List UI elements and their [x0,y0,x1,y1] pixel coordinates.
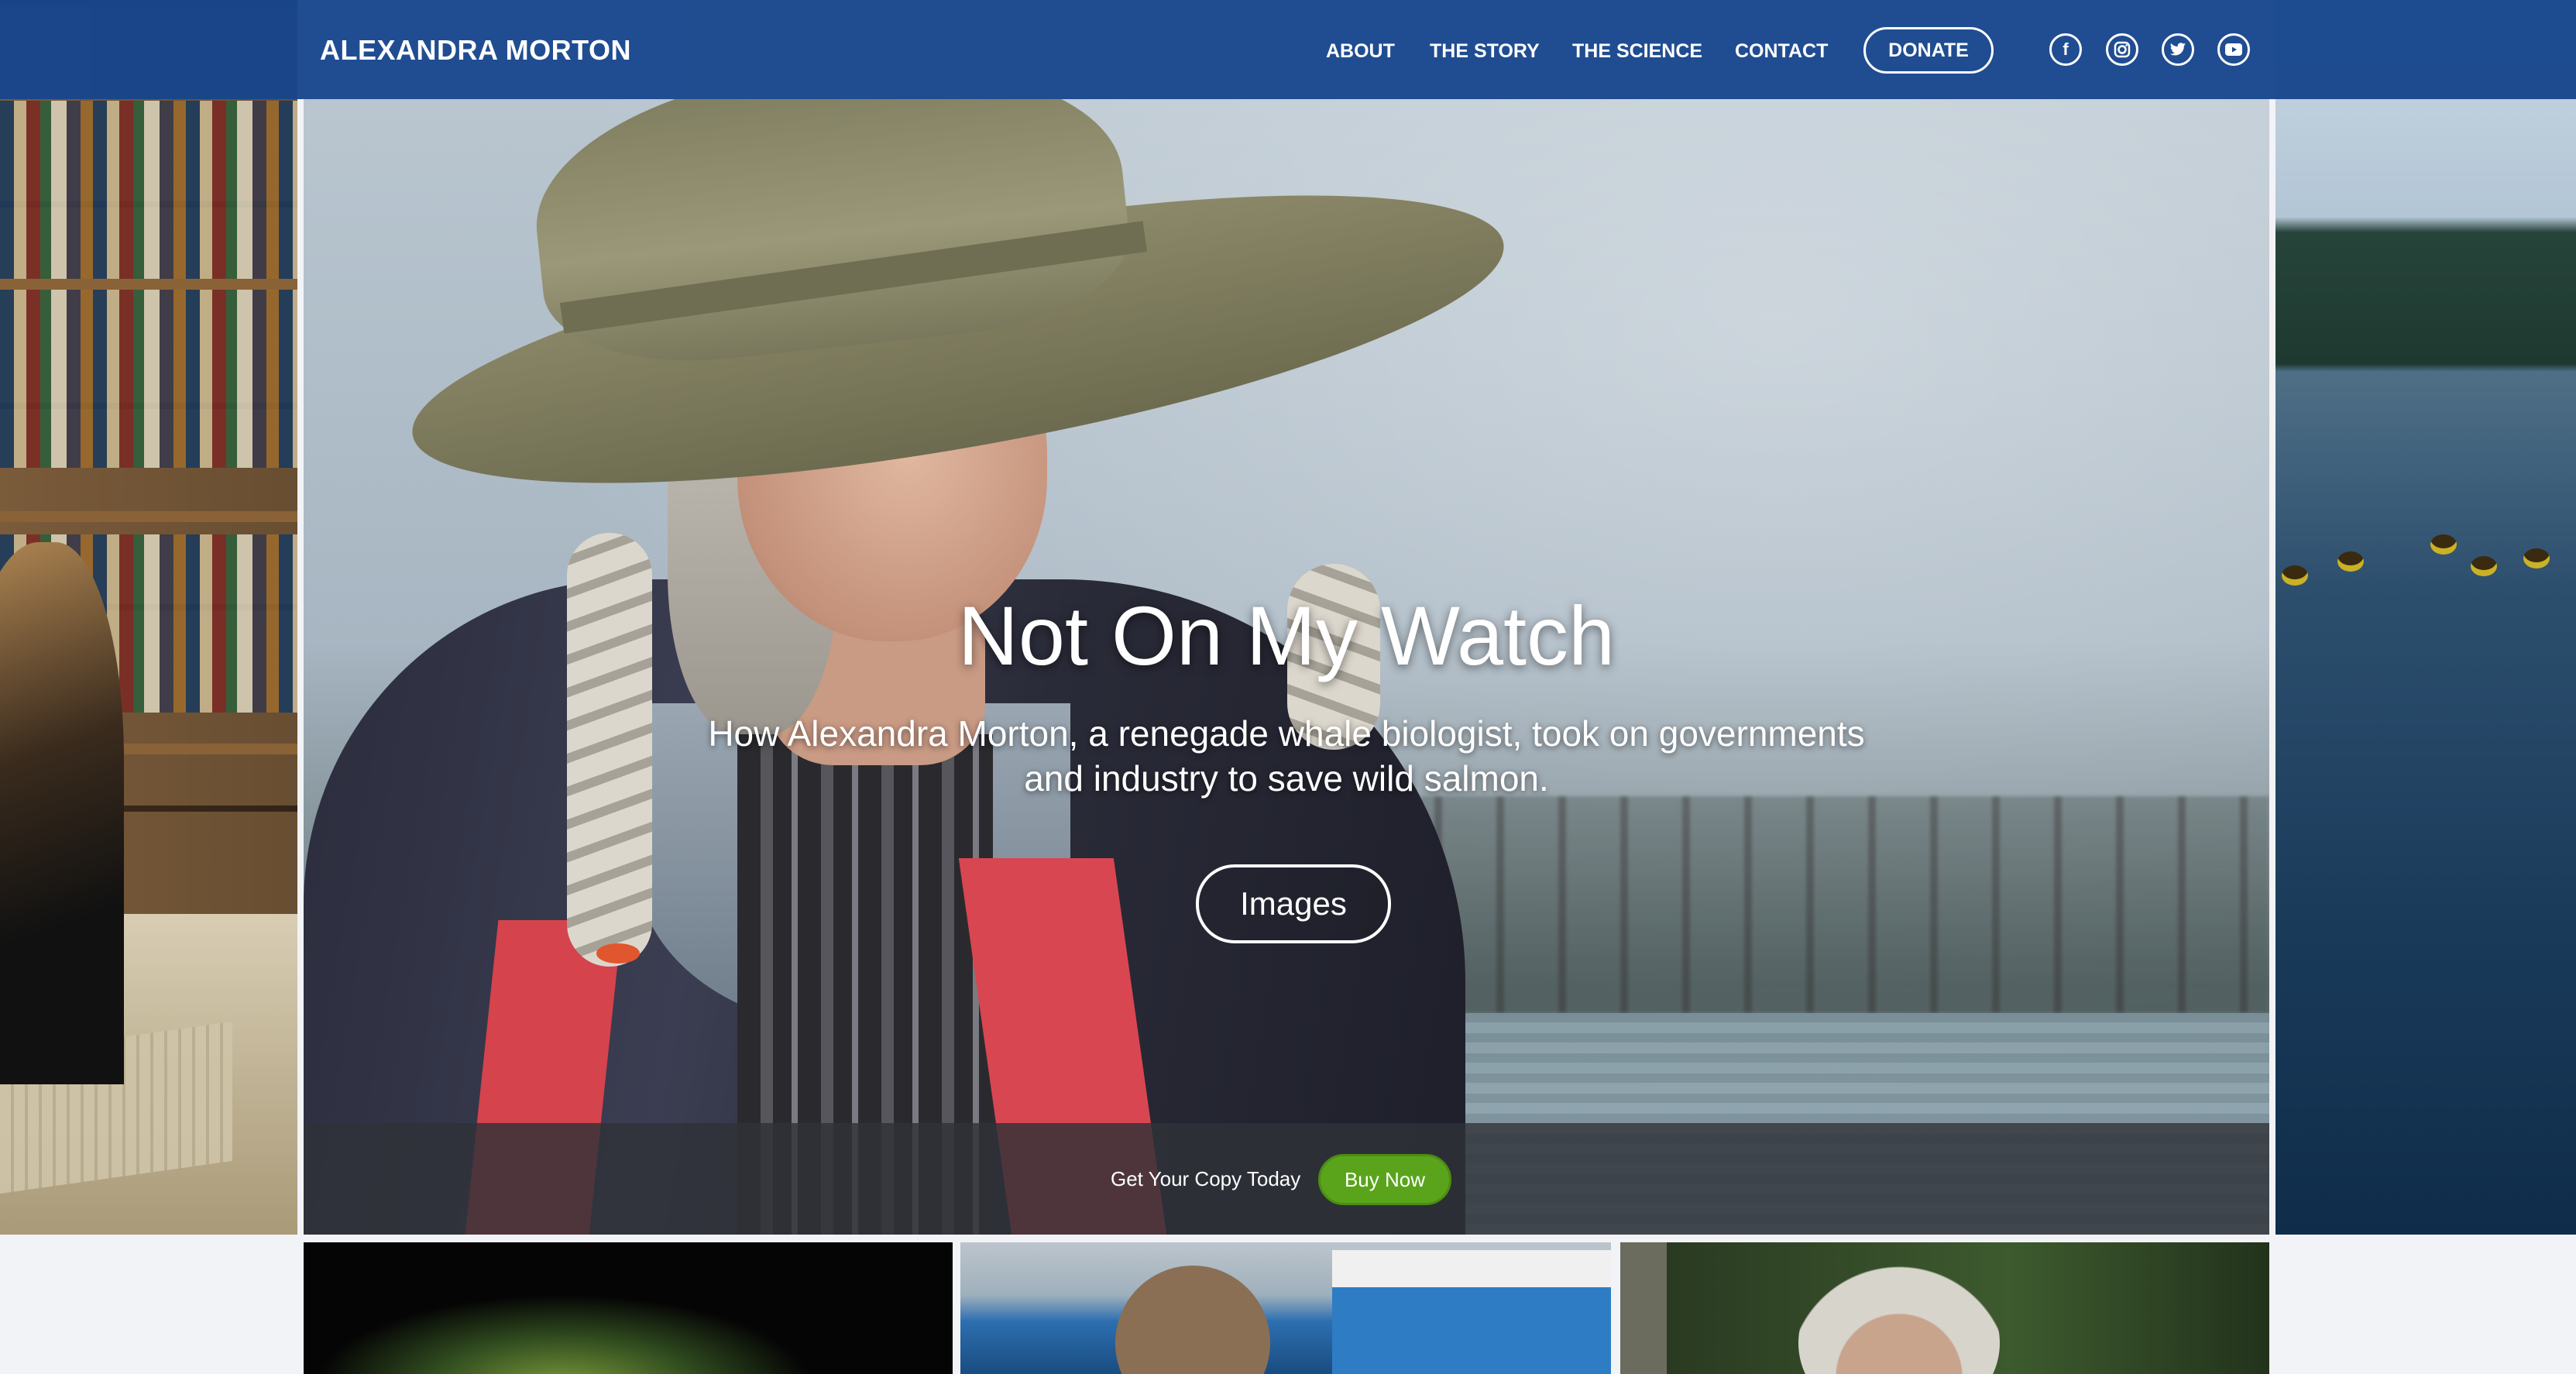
youtube-icon[interactable] [2217,33,2250,66]
images-button[interactable]: Images [1196,864,1391,943]
instagram-icon[interactable] [2106,33,2138,66]
thumbnail-portrait[interactable] [1620,1242,2269,1374]
buy-bar: Get Your Copy Today Buy Now [304,1123,2269,1235]
nav-item-the-story[interactable]: THE STORY [1430,40,1540,63]
buy-bar-text: Get Your Copy Today [1111,1167,1301,1190]
twitter-icon[interactable] [2162,33,2194,66]
thumbnail-salmon[interactable] [304,1242,953,1374]
nav-item-the-science[interactable]: THE SCIENCE [1572,40,1702,63]
hero-subtitle: How Alexandra Morton, a renegade whale b… [708,713,1865,799]
top-navigation-bar: ALEXANDRA MORTON ABOUT THE STORY THE SCI… [0,0,2576,99]
donate-button[interactable]: DONATE [1863,27,1994,74]
page: ALEXANDRA MORTON ABOUT THE STORY THE SCI… [0,0,2576,1374]
hero-banner: Not On My Watch How Alexandra Morton, a … [304,99,2269,1235]
thumbnail-boat[interactable] [960,1242,1611,1374]
nav-item-contact[interactable]: CONTACT [1735,40,1828,63]
left-background-image [0,0,297,1235]
nav-item-about[interactable]: ABOUT [1326,40,1395,63]
right-background-image [2275,0,2576,1235]
hero-title: Not On My Watch [957,589,1616,682]
buy-now-button[interactable]: Buy Now [1318,1154,1451,1205]
facebook-icon[interactable]: f [2049,33,2082,66]
site-brand[interactable]: ALEXANDRA MORTON [320,34,631,67]
